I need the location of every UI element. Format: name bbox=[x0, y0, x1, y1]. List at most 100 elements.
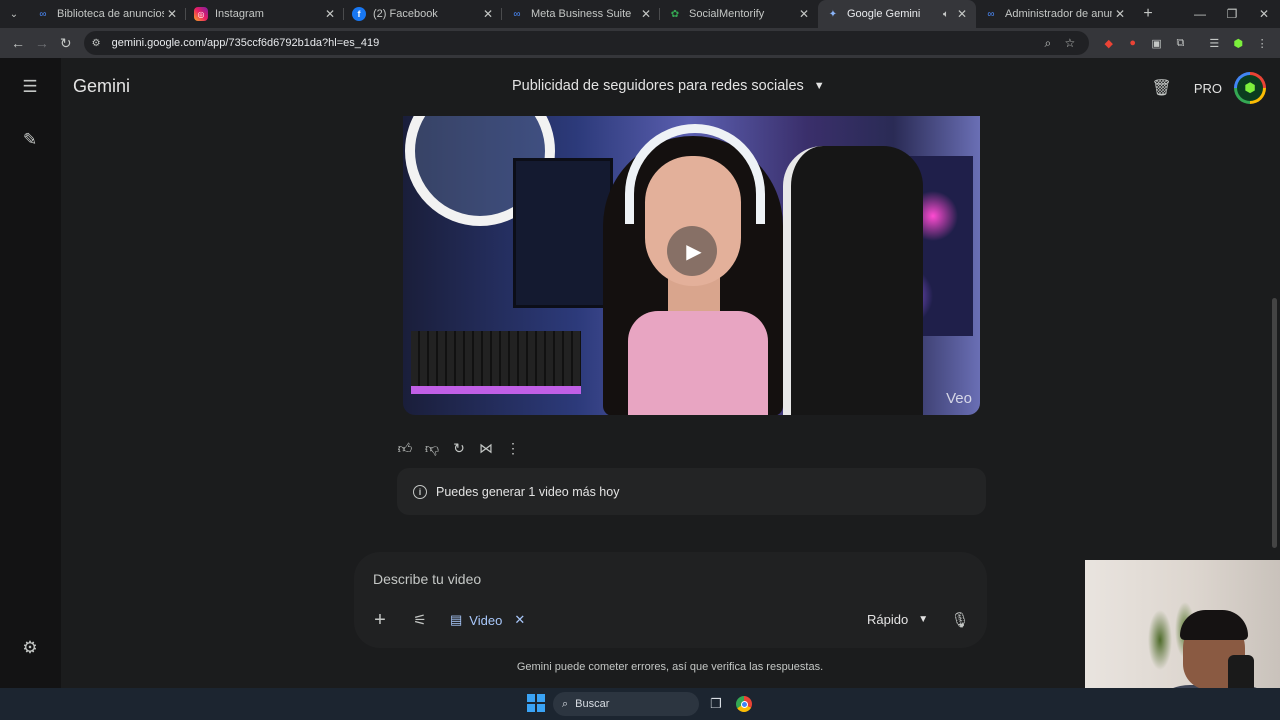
more-menu-icon[interactable]: ⋮ bbox=[1250, 31, 1274, 55]
tab-facebook[interactable]: f (2) Facebook ✕ bbox=[344, 0, 502, 28]
meta-icon: ∞ bbox=[513, 8, 521, 20]
zoom-icon[interactable]: ⌕ bbox=[1037, 36, 1059, 51]
tab-socialmentorify[interactable]: ✿ SocialMentorify ✕ bbox=[660, 0, 818, 28]
chevron-down-icon: ▼ bbox=[813, 80, 825, 92]
socialmentorify-icon: ✿ bbox=[670, 8, 680, 20]
video-tool-label: Video bbox=[469, 612, 503, 628]
tab-search-button[interactable]: ⌄ bbox=[0, 0, 28, 28]
tab-label: SocialMentorify bbox=[689, 8, 765, 20]
tab-biblioteca[interactable]: ∞ Biblioteca de anuncios ✕ bbox=[28, 0, 186, 28]
model-mode-label: Rápido bbox=[867, 612, 909, 627]
site-info-icon[interactable]: ⚙ bbox=[92, 38, 106, 49]
response-actions: 👍︎ 👎︎ ↻ ⋈ ⋮ bbox=[392, 437, 527, 459]
tab-label: Biblioteca de anuncios bbox=[57, 8, 164, 20]
webcam-person-hair bbox=[1180, 610, 1248, 640]
extensions-puzzle-icon[interactable]: ⧉ bbox=[1169, 31, 1193, 55]
conversation-title[interactable]: Publicidad de seguidores para redes soci… bbox=[512, 78, 825, 94]
prompt-composer[interactable]: Describe tu video + ⚟ ▤ Video ✕ Rápido ▼… bbox=[354, 552, 987, 648]
close-tab-icon[interactable]: ✕ bbox=[164, 7, 180, 21]
address-bar[interactable]: ⚙ gemini.google.com/app/735ccf6d6792b1da… bbox=[83, 31, 1089, 55]
close-tab-icon[interactable]: ✕ bbox=[954, 7, 970, 21]
more-options-icon[interactable]: ⋮ bbox=[500, 437, 526, 459]
tab-label: Meta Business Suite bbox=[531, 8, 632, 20]
video-person-top bbox=[628, 311, 768, 415]
close-tab-icon[interactable]: ✕ bbox=[322, 7, 338, 21]
video-tool-chip[interactable]: ▤ Video ✕ bbox=[450, 607, 525, 633]
instagram-icon: ◎ bbox=[194, 7, 208, 21]
tab-gemini[interactable]: ✦ Google Gemini 🔈︎ ✕ bbox=[818, 0, 976, 28]
meta-icon: ∞ bbox=[987, 8, 995, 20]
chrome-icon[interactable] bbox=[733, 693, 755, 715]
generated-video[interactable]: ▶ Veo bbox=[403, 116, 980, 415]
veo-watermark: Veo bbox=[946, 390, 972, 407]
back-icon[interactable]: ← bbox=[6, 31, 30, 55]
add-icon[interactable]: + bbox=[370, 607, 390, 633]
facebook-icon: f bbox=[352, 7, 366, 21]
new-chat-icon[interactable]: ✎ bbox=[17, 127, 43, 153]
tab-label: (2) Facebook bbox=[373, 8, 438, 20]
quota-notice: i Puedes generar 1 video más hoy bbox=[397, 468, 986, 515]
tab-label: Administrador de anuncios - Ad bbox=[1005, 8, 1112, 20]
browser-toolbar: ← → ↻ ⚙ gemini.google.com/app/735ccf6d67… bbox=[0, 28, 1280, 58]
window-controls: — ❐ ✕ bbox=[1184, 0, 1280, 28]
video-clapper-icon: ▤ bbox=[450, 612, 463, 627]
header-actions: 🗑︎ PRO ⬢ bbox=[1152, 72, 1266, 104]
url-text: gemini.google.com/app/735ccf6d6792b1da?h… bbox=[111, 37, 380, 49]
tab-administrador[interactable]: ∞ Administrador de anuncios - Ad ✕ bbox=[976, 0, 1134, 28]
avatar-cube-icon: ⬢ bbox=[1237, 75, 1263, 101]
scrollbar[interactable] bbox=[1272, 298, 1277, 548]
close-tab-icon[interactable]: ✕ bbox=[796, 7, 812, 21]
forward-icon[interactable]: → bbox=[30, 31, 54, 55]
meta-icon: ∞ bbox=[39, 8, 47, 20]
conversation-title-text: Publicidad de seguidores para redes soci… bbox=[512, 78, 804, 94]
thumbs-up-icon[interactable]: 👍︎ bbox=[392, 437, 418, 459]
tab-label: Google Gemini bbox=[847, 8, 921, 20]
extension-icon[interactable]: ◆ bbox=[1097, 31, 1121, 55]
reload-icon[interactable]: ↻ bbox=[54, 31, 78, 55]
prompt-input[interactable]: Describe tu video bbox=[373, 571, 481, 587]
tab-instagram[interactable]: ◎ Instagram ✕ bbox=[186, 0, 344, 28]
video-monitor bbox=[513, 158, 613, 308]
profile-icon[interactable]: ⬢ bbox=[1226, 31, 1250, 55]
menu-icon[interactable]: ☰ bbox=[17, 74, 43, 100]
model-mode-select[interactable]: Rápido ▼ bbox=[867, 612, 928, 627]
close-tab-icon[interactable]: ✕ bbox=[1112, 7, 1128, 21]
tab-label: Instagram bbox=[215, 8, 264, 20]
close-tab-icon[interactable]: ✕ bbox=[638, 7, 654, 21]
settings-gear-icon[interactable]: ⚙ bbox=[17, 635, 43, 661]
windows-start-icon[interactable] bbox=[527, 694, 545, 712]
play-icon[interactable]: ▶ bbox=[667, 226, 717, 276]
gemini-icon: ✦ bbox=[828, 8, 838, 20]
tab-meta-business[interactable]: ∞ Meta Business Suite ✕ bbox=[502, 0, 660, 28]
share-icon[interactable]: ⋈ bbox=[473, 437, 499, 459]
delete-icon[interactable]: 🗑︎ bbox=[1152, 78, 1172, 98]
close-window-icon[interactable]: ✕ bbox=[1248, 0, 1280, 28]
video-chair bbox=[783, 146, 923, 415]
video-keyboard bbox=[411, 331, 581, 386]
microphone-icon[interactable]: 🎙︎ bbox=[950, 607, 969, 633]
speaker-icon[interactable]: 🔈︎ bbox=[938, 9, 954, 20]
extension-icon[interactable]: ▣ bbox=[1145, 31, 1169, 55]
extension-icon[interactable]: ● bbox=[1121, 31, 1145, 55]
avatar[interactable]: ⬢ bbox=[1234, 72, 1266, 104]
windows-taskbar: ⌕ Buscar ❐ bbox=[0, 688, 1280, 720]
close-tab-icon[interactable]: ✕ bbox=[480, 7, 496, 21]
info-icon: i bbox=[413, 484, 427, 499]
reading-list-icon[interactable]: ☰ bbox=[1202, 31, 1226, 55]
taskbar-search[interactable]: ⌕ Buscar bbox=[553, 692, 699, 716]
quota-notice-text: Puedes generar 1 video más hoy bbox=[436, 484, 620, 499]
plan-badge: PRO bbox=[1193, 80, 1222, 96]
tools-icon[interactable]: ⚟ bbox=[410, 607, 430, 633]
regenerate-icon[interactable]: ↻ bbox=[446, 437, 472, 459]
new-tab-button[interactable]: + bbox=[1134, 5, 1162, 23]
task-view-icon[interactable]: ❐ bbox=[705, 693, 727, 715]
restore-icon[interactable]: ❐ bbox=[1216, 0, 1248, 28]
remove-tool-icon[interactable]: ✕ bbox=[514, 612, 525, 628]
tab-strip: ⌄ ∞ Biblioteca de anuncios ✕ ◎ Instagram… bbox=[0, 0, 1280, 28]
side-rail: ☰ ✎ ⚙ bbox=[0, 58, 61, 688]
bookmark-star-icon[interactable]: ☆ bbox=[1059, 36, 1081, 50]
taskbar-search-label: Buscar bbox=[575, 698, 610, 710]
search-icon: ⌕ bbox=[562, 697, 569, 710]
minimize-icon[interactable]: — bbox=[1184, 0, 1216, 28]
thumbs-down-icon[interactable]: 👎︎ bbox=[419, 437, 445, 459]
